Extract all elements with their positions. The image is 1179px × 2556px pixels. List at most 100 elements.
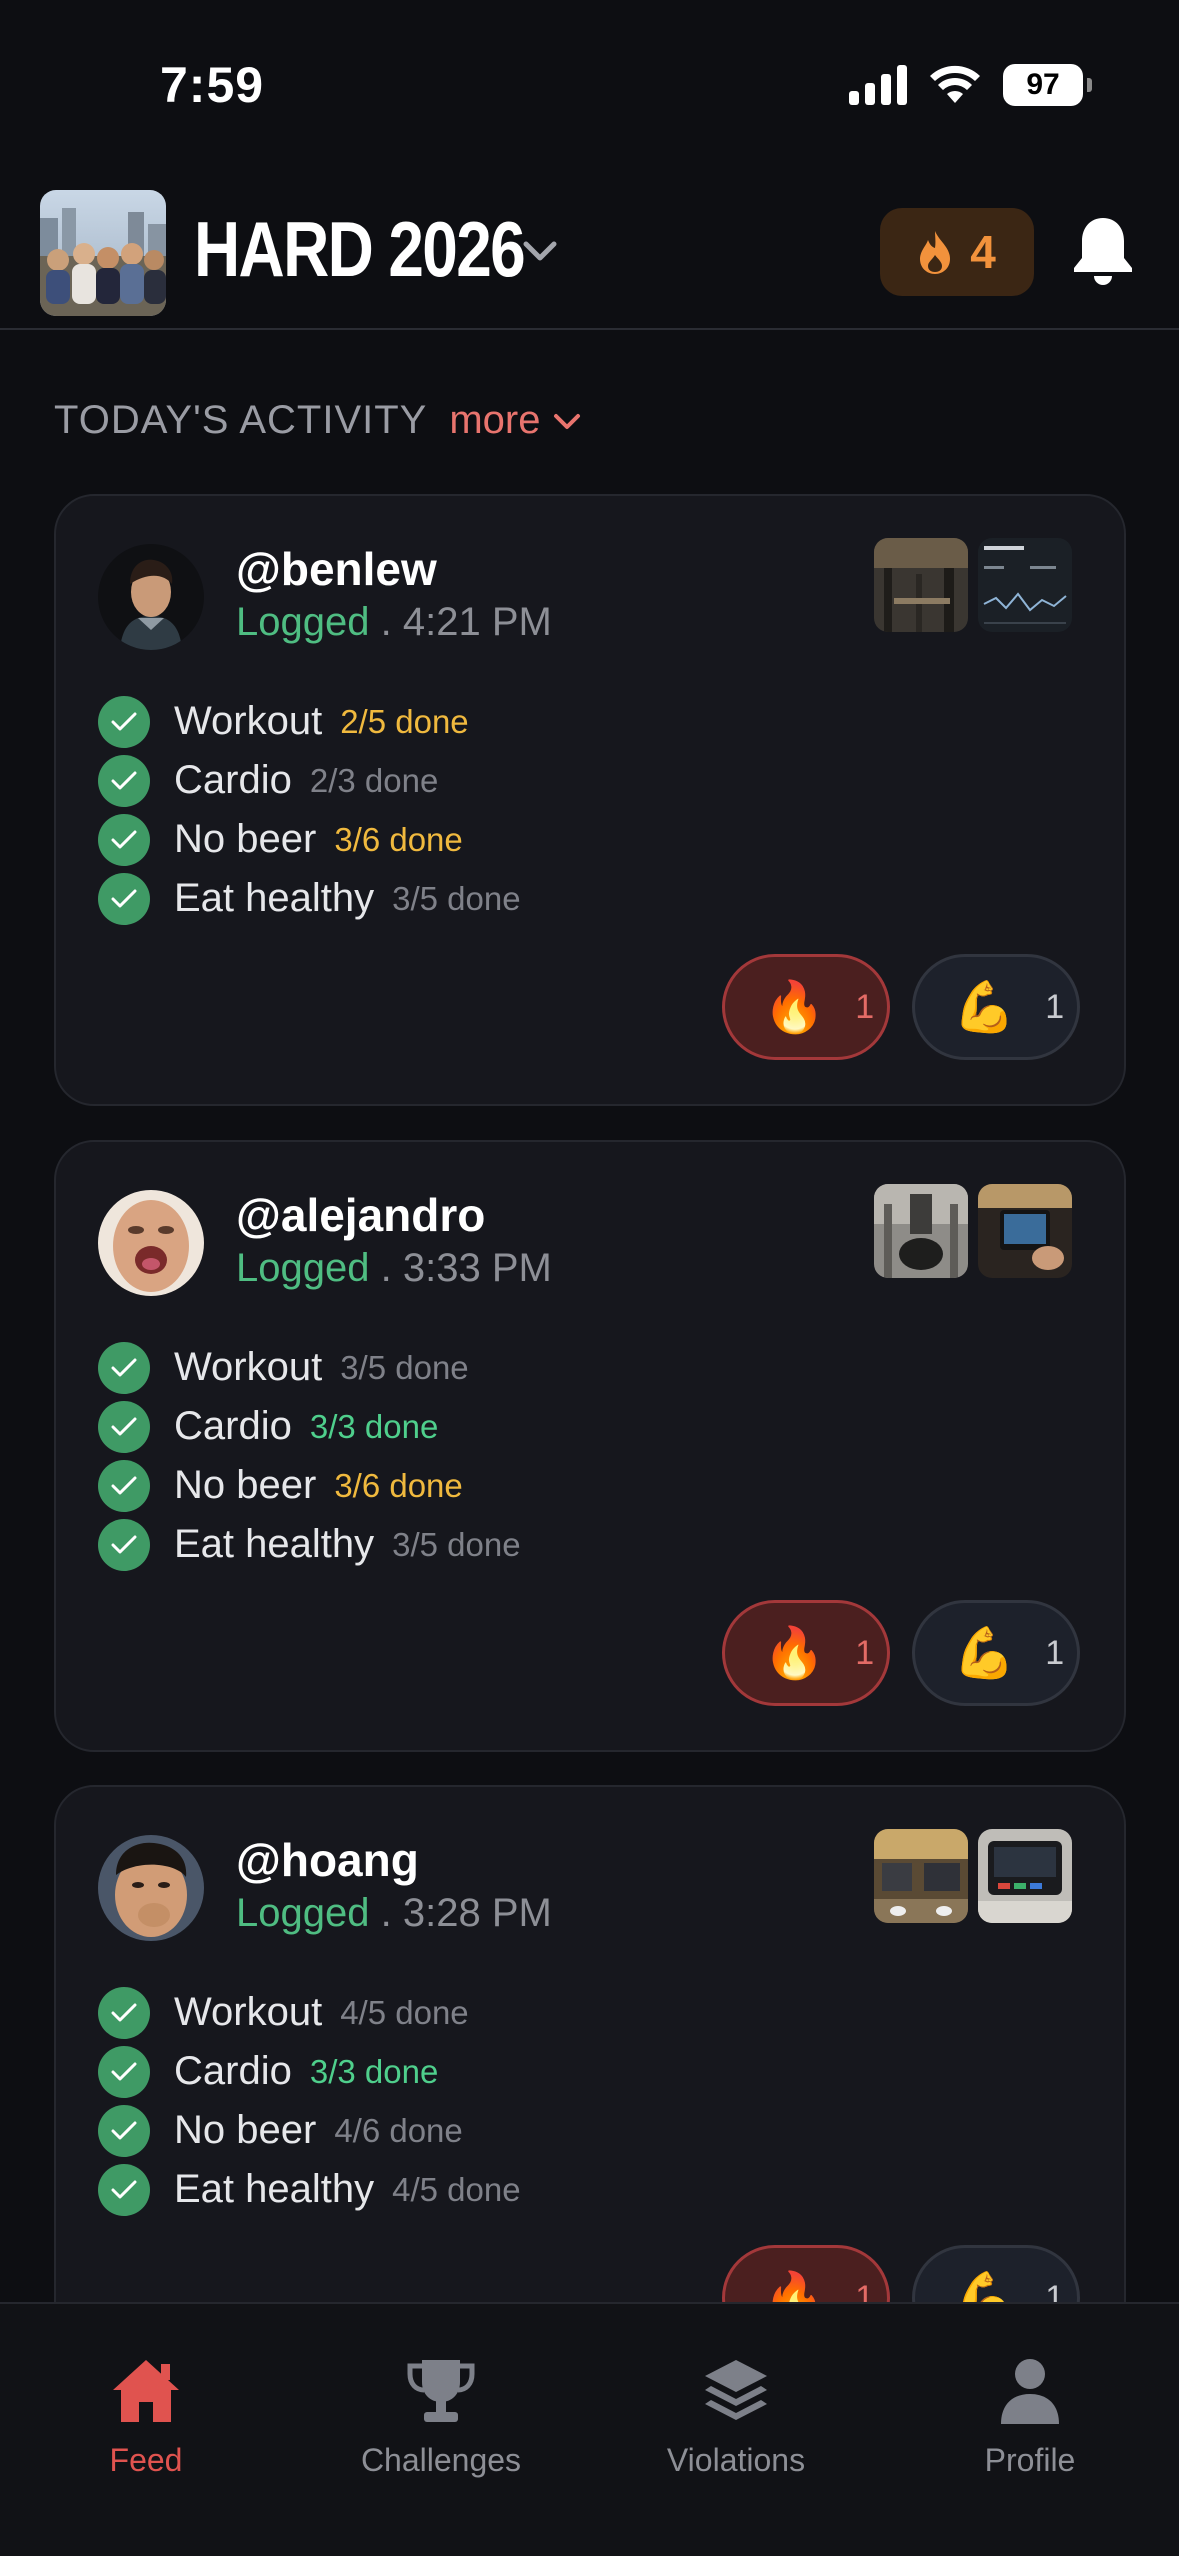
- habit-list: Workout 3/5 done Cardio 3/3 done No beer…: [98, 1338, 521, 1574]
- log-time: 4:21 PM: [402, 600, 552, 644]
- photo-thumbnail[interactable]: [978, 1184, 1072, 1278]
- section-title: TODAY'S ACTIVITY: [54, 398, 428, 442]
- wifi-icon: [930, 65, 980, 103]
- photo-thumbnails: [874, 1829, 1072, 1923]
- fire-emoji-icon: 🔥: [763, 979, 826, 1035]
- tab-label: Profile: [984, 2442, 1076, 2478]
- reaction-count: 1: [1045, 987, 1065, 1026]
- group-title[interactable]: HARD 2026: [194, 204, 526, 294]
- photo-thumbnails: [874, 1184, 1072, 1278]
- check-icon: [98, 872, 150, 925]
- app-screen: 7:59 97 HARD 2026 4 TODAY'S ACTIVITY mor…: [0, 0, 1179, 2556]
- muscle-reaction-button[interactable]: 💪 1: [912, 954, 1080, 1060]
- status-time: 7:59: [160, 57, 265, 113]
- habit-name: Eat healthy: [174, 876, 375, 920]
- log-status: Logged: [236, 1891, 370, 1935]
- tab-label: Feed: [109, 2442, 183, 2478]
- check-icon: [98, 813, 150, 866]
- avatar[interactable]: [98, 1190, 204, 1296]
- chevron-down-icon: [554, 413, 581, 429]
- habit-name: Cardio: [174, 1404, 292, 1448]
- trophy-icon: [407, 2360, 475, 2422]
- muscle-reaction-button[interactable]: 💪 1: [912, 1600, 1080, 1706]
- habit-progress: 2/5 done: [340, 702, 469, 740]
- log-status-line: Logged . 3:33 PM: [236, 1246, 552, 1291]
- check-icon: [98, 695, 150, 748]
- check-icon: [98, 2045, 150, 2098]
- chevron-down-icon[interactable]: [516, 226, 564, 274]
- section-heading: TODAY'S ACTIVITY more: [54, 398, 584, 443]
- habit-name: Eat healthy: [174, 2167, 375, 2211]
- photo-thumbnail[interactable]: [978, 1829, 1072, 1923]
- habit-row: Eat healthy 3/5 done: [98, 1515, 521, 1574]
- avatar[interactable]: [98, 544, 204, 650]
- check-icon: [98, 1986, 150, 2039]
- check-icon: [98, 2163, 150, 2216]
- username[interactable]: @hoang: [236, 1833, 419, 1887]
- group-photo[interactable]: [40, 190, 166, 316]
- status-icons: 97: [849, 64, 1092, 106]
- layers-icon: [705, 2360, 767, 2420]
- habit-progress: 3/3 done: [309, 2052, 439, 2090]
- check-icon: [98, 1518, 150, 1571]
- username[interactable]: @benlew: [236, 542, 437, 596]
- reactions: 🔥 1 💪 1: [722, 1600, 1080, 1706]
- habit-progress: 3/6 done: [334, 1466, 463, 1504]
- tab-profile[interactable]: Profile: [920, 2354, 1140, 2479]
- separator: .: [380, 600, 392, 644]
- activity-card[interactable]: @benlew Logged . 4:21 PM Workout 2/5 don…: [54, 494, 1126, 1106]
- log-time: 3:33 PM: [402, 1246, 552, 1290]
- streak-badge[interactable]: 4: [880, 208, 1034, 296]
- reaction-count: 1: [855, 987, 875, 1026]
- app-header: HARD 2026 4: [0, 170, 1179, 330]
- separator: .: [380, 1246, 392, 1290]
- reactions: 🔥 1 💪 1: [722, 954, 1080, 1060]
- habit-progress: 4/5 done: [392, 2170, 521, 2208]
- tab-feed[interactable]: Feed: [36, 2354, 256, 2479]
- habit-row: Workout 3/5 done: [98, 1338, 521, 1397]
- bell-icon[interactable]: [1068, 214, 1138, 286]
- log-status-line: Logged . 3:28 PM: [236, 1891, 552, 1936]
- habit-progress: 2/3 done: [309, 761, 439, 799]
- person-icon: [1001, 2359, 1059, 2424]
- photo-thumbnail[interactable]: [874, 1829, 968, 1923]
- fire-reaction-button[interactable]: 🔥 1: [722, 1600, 890, 1706]
- habit-name: No beer: [174, 1463, 317, 1507]
- habit-progress: 3/5 done: [392, 1525, 521, 1563]
- flexed-biceps-emoji-icon: 💪: [953, 979, 1016, 1035]
- status-bar: 7:59 97: [0, 0, 1179, 170]
- reaction-count: 1: [1045, 1633, 1065, 1672]
- fire-reaction-button[interactable]: 🔥 1: [722, 954, 890, 1060]
- log-time: 3:28 PM: [402, 1891, 552, 1935]
- flame-icon: [920, 231, 951, 274]
- habit-progress: 4/5 done: [340, 1993, 469, 2031]
- more-label: more: [449, 398, 541, 442]
- photo-thumbnail[interactable]: [874, 1184, 968, 1278]
- check-icon: [98, 2104, 150, 2157]
- tab-violations[interactable]: Violations: [626, 2354, 846, 2479]
- home-icon: [113, 2360, 179, 2422]
- habit-row: No beer 3/6 done: [98, 1456, 521, 1515]
- habit-row: No beer 4/6 done: [98, 2101, 521, 2160]
- habit-name: No beer: [174, 817, 317, 861]
- log-status: Logged: [236, 600, 370, 644]
- photo-thumbnail[interactable]: [978, 538, 1072, 632]
- avatar[interactable]: [98, 1835, 204, 1941]
- more-button[interactable]: more: [449, 398, 584, 443]
- habit-row: Cardio 3/3 done: [98, 1397, 521, 1456]
- habit-name: Cardio: [174, 2049, 292, 2093]
- streak-count: 4: [970, 226, 996, 278]
- battery-indicator: 97: [1003, 64, 1092, 106]
- reaction-count: 1: [855, 1633, 875, 1672]
- photo-thumbnail[interactable]: [874, 538, 968, 632]
- habit-row: Eat healthy 3/5 done: [98, 869, 521, 928]
- habit-row: No beer 3/6 done: [98, 810, 521, 869]
- habit-name: Workout: [174, 1345, 323, 1389]
- habit-name: Cardio: [174, 758, 292, 802]
- username[interactable]: @alejandro: [236, 1188, 485, 1242]
- tab-challenges[interactable]: Challenges: [331, 2354, 551, 2479]
- activity-card[interactable]: @alejandro Logged . 3:33 PM Workout 3/5 …: [54, 1140, 1126, 1752]
- tab-bar: Feed Challenges Violations Profile: [0, 2302, 1179, 2556]
- habit-name: Eat healthy: [174, 1522, 375, 1566]
- log-status-line: Logged . 4:21 PM: [236, 600, 552, 645]
